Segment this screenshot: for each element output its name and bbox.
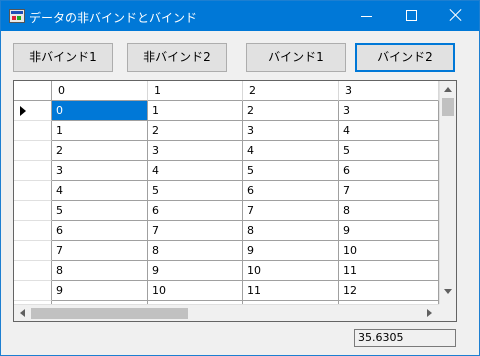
grid-cell[interactable]: 10 [339,241,439,261]
grid-cell[interactable]: 8 [339,201,439,221]
grid-cell[interactable]: 10 [243,261,339,281]
grid-cell[interactable]: 0 [52,101,148,121]
grid-cell[interactable]: 6 [148,201,243,221]
grid-cell[interactable]: 3 [339,101,439,121]
grid-cell[interactable]: 7 [52,241,148,261]
row-header[interactable] [14,141,52,161]
grid-cell[interactable]: 1 [52,121,148,141]
title-bar[interactable]: データの非バインドとバインド [1,1,479,31]
column-header[interactable]: 1 [148,81,243,101]
horizontal-scrollbar[interactable] [14,304,439,321]
minimize-icon [361,16,372,17]
grid-cell[interactable]: 4 [243,141,339,161]
grid-cell[interactable]: 5 [243,161,339,181]
row-header[interactable] [14,161,52,181]
row-header[interactable] [14,181,52,201]
status-value-field: 35.6305 [354,329,456,347]
bound2-button[interactable]: バインド2 [355,43,455,72]
grid-cell[interactable]: 7 [243,201,339,221]
grid-cell[interactable]: 6 [339,161,439,181]
data-grid[interactable]: 0 1 2 3 01231234234534564567567867897891… [13,80,457,322]
grid-cell[interactable]: 3 [243,121,339,141]
grid-cell[interactable]: 2 [148,121,243,141]
column-header[interactable]: 0 [52,81,148,101]
grid-cell[interactable]: 10 [148,281,243,301]
current-row-arrow-icon [20,106,26,116]
close-button[interactable] [434,1,479,31]
grid-cell[interactable]: 6 [52,221,148,241]
horizontal-scroll-thumb[interactable] [31,308,188,319]
grid-cell[interactable]: 4 [339,121,439,141]
grid-cell[interactable]: 9 [148,261,243,281]
grid-cell[interactable]: 3 [52,161,148,181]
row-header[interactable] [14,261,52,281]
grid-cell[interactable]: 11 [243,281,339,301]
grid-cell[interactable]: 2 [243,101,339,121]
app-icon [9,9,25,23]
grid-cell[interactable]: 6 [243,181,339,201]
unbound1-button[interactable]: 非バインド1 [13,43,113,72]
window-title: データの非バインドとバインド [29,11,198,25]
grid-cell[interactable]: 5 [339,141,439,161]
grid-cell[interactable]: 11 [339,261,439,281]
scrollbar-corner [439,304,456,321]
scroll-down-icon[interactable] [444,289,452,294]
column-header[interactable]: 2 [243,81,339,101]
grid-cell[interactable]: 8 [52,261,148,281]
grid-cell[interactable]: 5 [148,181,243,201]
row-header[interactable] [14,201,52,221]
grid-cell[interactable]: 1 [148,101,243,121]
row-header[interactable] [14,241,52,261]
grid-cell[interactable]: 8 [243,221,339,241]
app-window: データの非バインドとバインド 非バインド1 非バインド2 バインド1 バインド2… [0,0,480,356]
maximize-icon [406,10,417,21]
close-icon [449,8,463,22]
scroll-left-icon[interactable] [20,309,25,317]
grid-cell[interactable]: 3 [148,141,243,161]
scroll-up-icon[interactable] [444,87,452,92]
bound1-button[interactable]: バインド1 [246,43,346,72]
row-header[interactable] [14,221,52,241]
grid-cell[interactable]: 4 [148,161,243,181]
vertical-scroll-thumb[interactable] [442,98,454,116]
grid-cell[interactable]: 2 [52,141,148,161]
grid-corner-header[interactable] [14,81,52,101]
minimize-button[interactable] [344,1,389,31]
grid-cell[interactable]: 9 [243,241,339,261]
grid-cell[interactable]: 12 [339,281,439,301]
column-header[interactable]: 3 [339,81,439,101]
scroll-right-icon[interactable] [427,309,432,317]
maximize-button[interactable] [389,1,434,31]
grid-cell[interactable]: 5 [52,201,148,221]
row-header[interactable] [14,101,52,121]
grid-cell[interactable]: 7 [148,221,243,241]
grid-cell[interactable]: 7 [339,181,439,201]
grid-cell[interactable]: 4 [52,181,148,201]
vertical-scrollbar[interactable] [439,81,456,304]
grid-cell[interactable]: 9 [52,281,148,301]
unbound2-button[interactable]: 非バインド2 [127,43,227,72]
grid-cell[interactable]: 8 [148,241,243,261]
row-header[interactable] [14,281,52,301]
grid-cell[interactable]: 9 [339,221,439,241]
row-header[interactable] [14,121,52,141]
